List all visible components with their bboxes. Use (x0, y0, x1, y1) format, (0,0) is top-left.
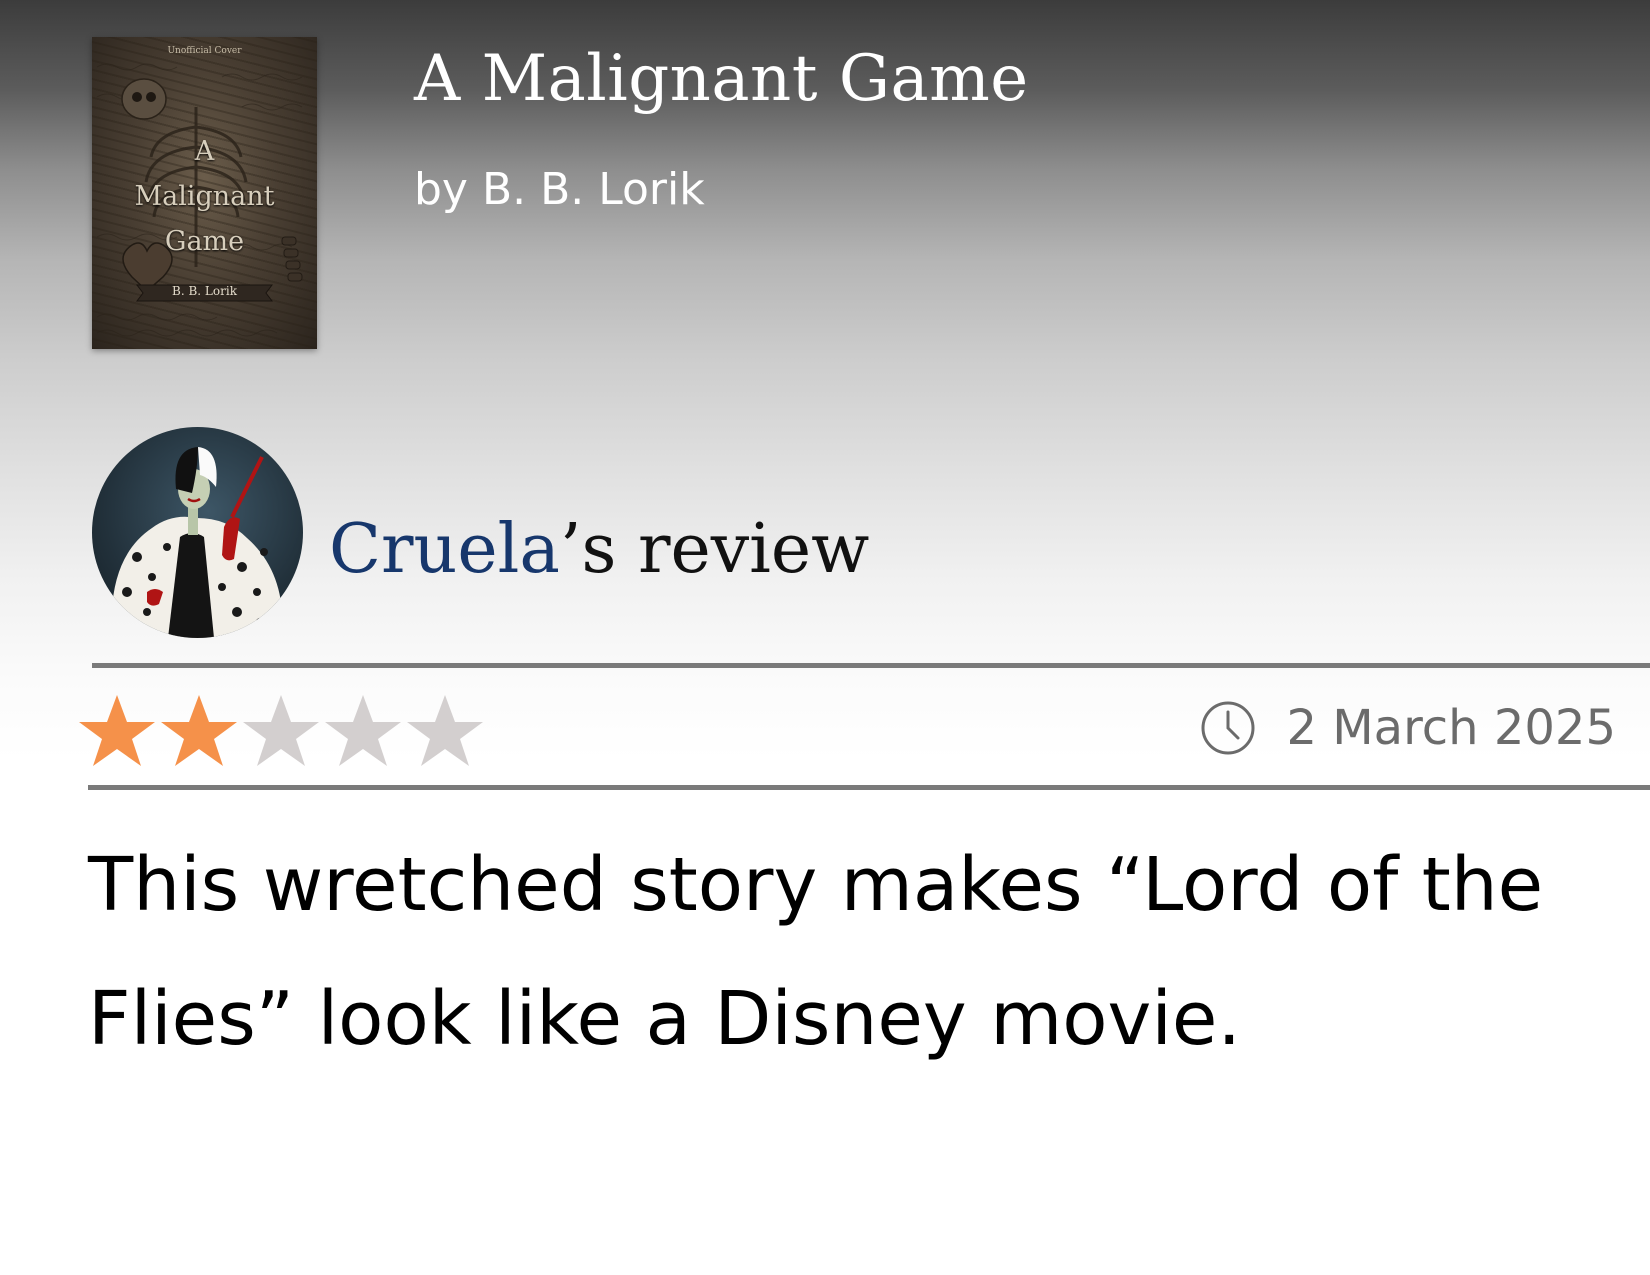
divider-bottom (88, 785, 1650, 790)
divider-top (92, 663, 1650, 668)
reviewer-name-link[interactable]: Cruela (329, 510, 560, 589)
star-empty-icon[interactable] (404, 693, 486, 769)
star-empty-icon[interactable] (240, 693, 322, 769)
review-heading-suffix: ’s review (559, 510, 870, 589)
review-date-group: 2 March 2025 (1200, 700, 1616, 756)
review-date: 2 March 2025 (1286, 700, 1616, 756)
star-rating (76, 693, 486, 769)
star-filled-icon[interactable] (158, 693, 240, 769)
cover-title-line: Game (164, 226, 245, 257)
cover-author: B. B. Lorik (172, 284, 237, 298)
book-author[interactable]: by B. B. Lorik (414, 164, 705, 215)
reviewer-avatar[interactable] (92, 427, 303, 638)
avatar-illustration (111, 447, 283, 638)
star-empty-icon[interactable] (322, 693, 404, 769)
cover-title-line: Malignant (134, 181, 275, 212)
cover-title: A Malignant Game (92, 129, 317, 264)
cover-title-line: A (194, 136, 215, 167)
book-title[interactable]: A Malignant Game (414, 42, 1029, 116)
clock-icon (1201, 701, 1255, 755)
star-filled-icon[interactable] (76, 693, 158, 769)
review-heading: Cruela’s review (329, 510, 869, 589)
cover-unofficial-label: Unofficial Cover (167, 46, 242, 56)
book-cover-image[interactable]: Unofficial Cover A Malignant Game B. B. … (92, 37, 317, 349)
review-body-text: This wretched story makes “Lord of the F… (88, 842, 1544, 1062)
